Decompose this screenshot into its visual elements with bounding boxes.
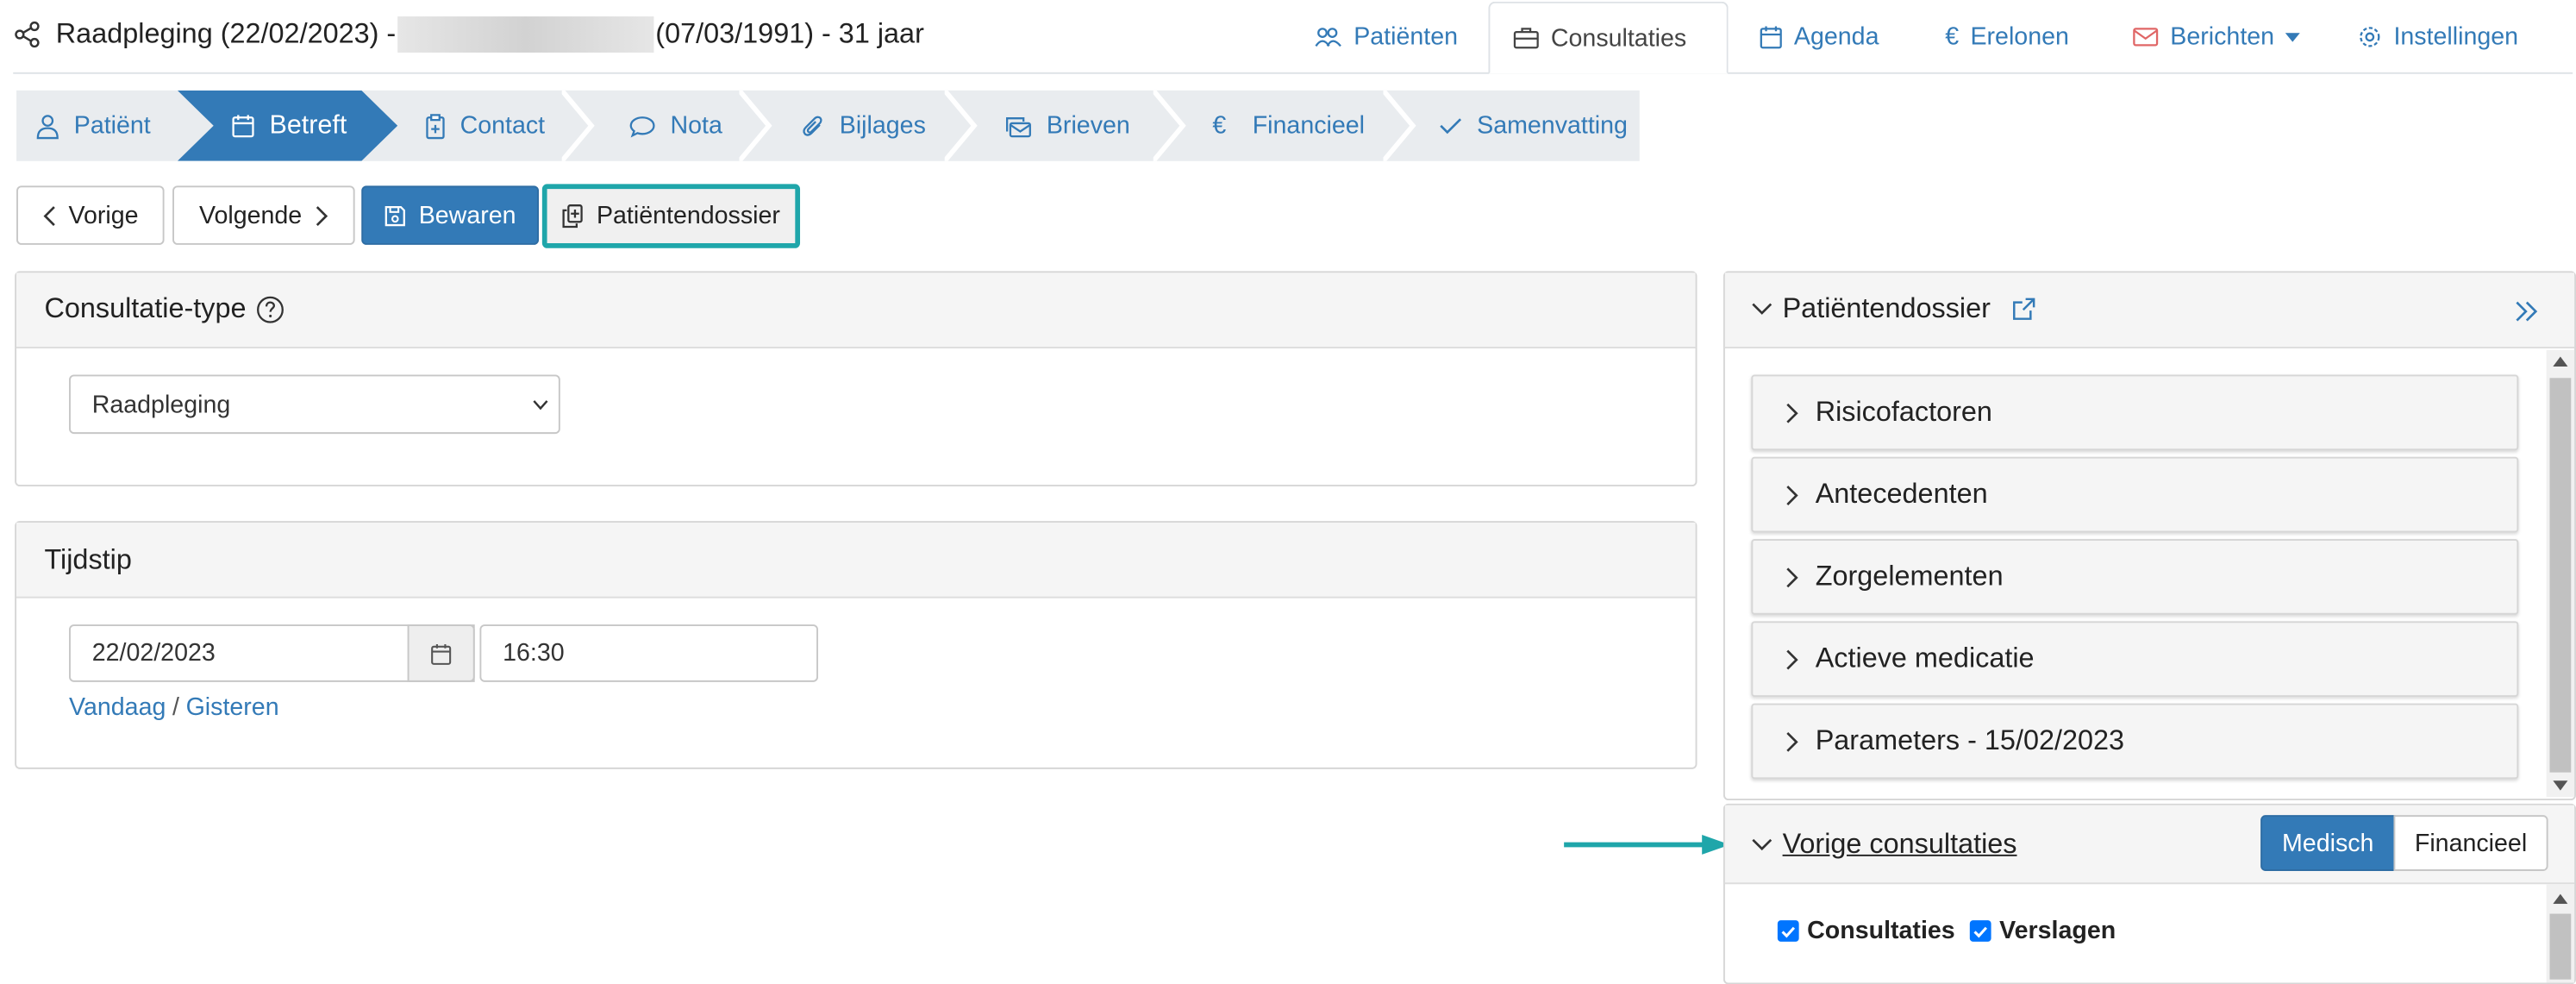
mail-bulk-icon [1005,116,1031,137]
check-icon [1440,118,1462,135]
step-separator [739,90,772,161]
previous-scrollbar-thumb[interactable] [2549,913,2572,980]
calendar-icon [1760,26,1782,49]
users-icon [1315,27,1341,47]
envelope-icon [2133,28,2159,47]
accordion-parameters[interactable]: Parameters - 15/02/2023 [1751,703,2519,780]
scroll-up-arrow-icon[interactable] [2553,893,2568,905]
today-link[interactable]: Vandaag [69,693,166,721]
chevron-down-icon [1752,838,1773,851]
paperclip-icon [803,115,822,135]
chevron-down-icon [533,400,548,411]
step-contact[interactable]: Contact [426,91,545,161]
step-financial[interactable]: € Financieel [1212,91,1365,161]
accordion-care-elements[interactable]: Zorgelementen [1751,539,2519,615]
chevron-right-icon [1786,731,1798,751]
time-panel: Tijdstip 22/02/2023 16:30 Vandaag / Gist… [15,521,1698,769]
reports-checkbox-label: Verslagen [1999,917,2116,945]
chevron-right-icon [1786,567,1798,587]
nav-messages[interactable]: Berichten [2110,0,2323,74]
copy-plus-icon [562,204,583,229]
check-icon [1781,925,1796,937]
chevron-right-icon [1786,402,1798,423]
redacted-patient-name [397,16,654,53]
check-icon [1973,925,1988,937]
time-input[interactable]: 16:30 [479,624,818,682]
step-letters[interactable]: Brieven [1004,91,1130,161]
briefcase-icon [1513,28,1539,49]
dossier-scrollbar-thumb[interactable] [2549,378,2572,773]
nav-settings[interactable]: Instellingen [2335,0,2542,74]
date-shortcuts: Vandaag / Gisteren [69,693,279,722]
consult-type-title: Consultatie-type [44,292,247,324]
reports-checkbox[interactable] [1969,920,1991,942]
calendar-icon [431,643,452,664]
date-picker-button[interactable] [407,624,475,682]
consult-type-panel-header: Consultatie-type [16,273,1696,348]
step-separator [1153,90,1186,161]
euro-icon: € [1945,22,1960,52]
euro-icon: € [1212,111,1227,140]
accordion-risk-factors[interactable]: Risicofactoren [1751,374,2519,451]
chevron-left-icon [42,205,55,226]
gear-icon [2360,27,2380,47]
step-separator [944,90,978,161]
filter-checkboxes: Consultaties Verslagen [1777,917,2116,945]
share-icon [15,21,40,48]
step-note[interactable]: Nota [629,91,722,161]
chevron-right-icon [1786,649,1798,669]
time-title: Tijdstip [44,543,132,575]
save-button[interactable]: Bewaren [361,185,540,245]
dossier-panel-header[interactable]: Patiëntendossier [1724,273,2575,348]
step-subject[interactable]: Betreft [232,91,347,161]
caret-down-icon [2285,32,2301,41]
patient-icon [36,114,59,139]
comment-icon [629,116,655,137]
nav-consultations[interactable]: Consultaties [1488,1,1729,74]
consultations-checkbox[interactable] [1777,920,1799,942]
chevron-down-icon [1752,303,1773,315]
external-link-icon[interactable] [2010,296,2036,322]
step-attachments[interactable]: Bijlages [802,91,926,161]
floppy-disk-icon [385,205,405,226]
clipboard-icon [426,113,445,139]
patient-dossier-button[interactable]: Patiëntendossier [541,184,801,248]
page-title: Raadpleging (22/02/2023) - (07/03/1991) … [13,13,924,56]
scroll-down-arrow-icon[interactable] [2553,780,2568,791]
next-button[interactable]: Volgende [172,185,355,245]
step-separator [561,90,595,161]
nav-fees[interactable]: € Erelonen [1923,0,2092,74]
calendar-icon [232,115,254,138]
previous-button[interactable]: Vorige [16,185,165,245]
consult-type-select[interactable]: Raadpleging [69,374,560,435]
step-summary[interactable]: Samenvatting [1439,91,1628,161]
title-suffix: (07/03/1991) - 31 jaar [655,17,924,50]
step-separator [1383,90,1416,161]
title-prefix: Raadpleging (22/02/2023) - [55,17,397,50]
double-chevron-right-icon[interactable] [2515,301,2538,323]
segment-financial[interactable]: Financieel [2393,815,2548,871]
question-circle-icon[interactable] [256,295,284,323]
dossier-title: Patiëntendossier [1782,292,1991,324]
segment-medical[interactable]: Medisch [2260,815,2396,871]
yesterday-link[interactable]: Gisteren [186,693,279,721]
consultations-checkbox-label: Consultaties [1807,917,1955,945]
previous-consultations-title: Vorige consultaties [1782,828,2017,860]
chevron-right-icon [316,205,328,226]
accordion-active-medication[interactable]: Actieve medicatie [1751,621,2519,697]
annotation-arrow [1564,835,1730,855]
chevron-right-icon [1786,485,1798,505]
consult-type-panel: Consultatie-type Raadpleging [15,271,1698,487]
time-panel-header: Tijdstip [16,522,1696,599]
step-patient[interactable]: Patiënt [36,91,151,161]
accordion-antecedents[interactable]: Antecedenten [1751,456,2519,533]
scroll-up-arrow-icon[interactable] [2553,356,2568,367]
nav-patients[interactable]: Patiënten [1291,0,1481,74]
nav-agenda[interactable]: Agenda [1736,0,1902,74]
